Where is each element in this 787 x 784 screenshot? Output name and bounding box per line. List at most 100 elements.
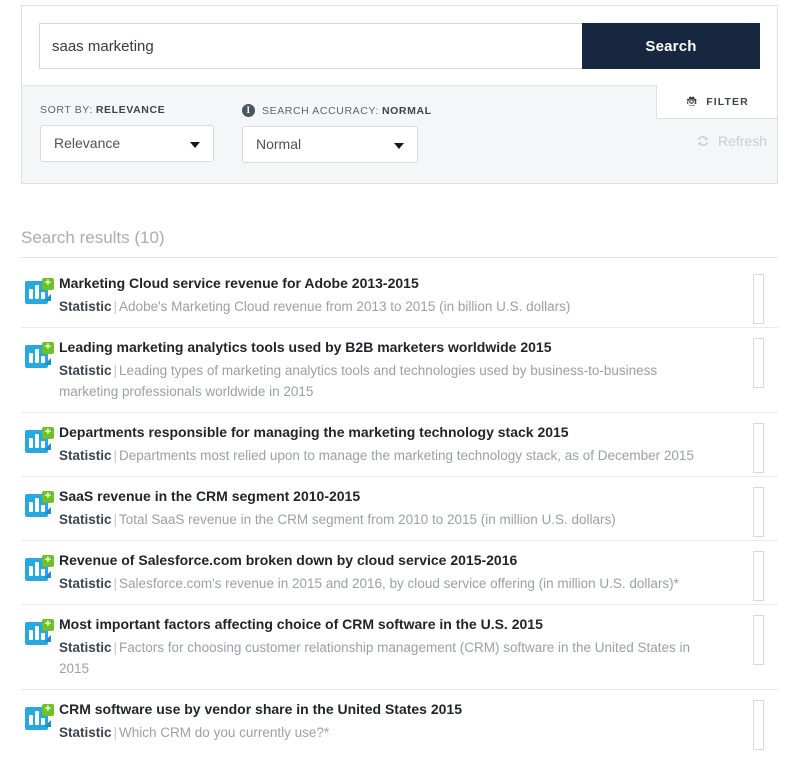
filter-tab-label: Filter (706, 95, 749, 108)
add-badge-icon[interactable]: + (42, 555, 54, 567)
statistic-chart-icon: + (25, 342, 54, 368)
result-title[interactable]: CRM software use by vendor share in the … (59, 700, 718, 719)
statistic-chart-icon: + (25, 619, 54, 645)
add-badge-icon[interactable]: + (42, 491, 54, 503)
result-side-box[interactable] (753, 551, 764, 601)
result-description: Statistic | Leading types of marketing ana… (59, 360, 718, 402)
result-description-text: Factors for choosing customer relationsh… (59, 640, 691, 676)
search-accuracy-select[interactable]: Normal (242, 126, 418, 163)
search-row: Search (22, 6, 777, 85)
result-title[interactable]: SaaS revenue in the CRM segment 2010-201… (59, 487, 718, 506)
refresh-label: Refresh (717, 133, 767, 149)
search-input[interactable] (39, 23, 582, 69)
result-inner: + Marketing Cloud service revenue for Ado… (21, 274, 718, 317)
result-item[interactable]: + Marketing Cloud service revenue for Ado… (21, 264, 778, 328)
result-item[interactable]: + Revenue of Salesforce.com broken down b… (21, 541, 778, 605)
result-separator: | (113, 725, 118, 740)
result-side-box[interactable] (753, 338, 764, 388)
refresh-button[interactable]: Refresh (696, 133, 767, 149)
add-badge-icon[interactable]: + (42, 342, 54, 354)
result-type-label: Statistic (59, 640, 112, 655)
result-title[interactable]: Departments responsible for managing the… (59, 423, 718, 442)
result-description: Statistic | Factors for choosing customer … (59, 637, 718, 679)
chevron-down-icon (394, 143, 404, 149)
result-inner: + Most important factors affecting choice… (21, 615, 718, 679)
result-description: Statistic | Which CRM do you currently use… (59, 722, 718, 743)
result-side-box[interactable] (753, 700, 764, 750)
search-accuracy-group: i Search accuracy: Normal Normal (242, 104, 432, 163)
result-item[interactable]: + Leading marketing analytics tools used … (21, 328, 778, 413)
search-results-page: Search Sort by: Relevance Relevance i Se… (0, 0, 787, 784)
result-separator: | (113, 363, 118, 378)
add-badge-icon[interactable]: + (42, 704, 54, 716)
refresh-icon (697, 136, 709, 146)
statistic-chart-icon: + (25, 427, 54, 453)
result-description-text: Salesforce.com's revenue in 2015 and 201… (119, 576, 679, 591)
result-type-label: Statistic (59, 512, 112, 527)
search-accuracy-label: i Search accuracy: Normal (242, 104, 432, 117)
result-inner: + CRM software use by vendor share in the… (21, 700, 718, 743)
result-separator: | (113, 576, 118, 591)
add-badge-icon[interactable]: + (42, 278, 54, 290)
result-text: SaaS revenue in the CRM segment 2010-201… (59, 487, 718, 530)
result-title[interactable]: Most important factors affecting choice … (59, 615, 718, 634)
result-type-label: Statistic (59, 725, 112, 740)
result-description: Statistic | Total SaaS revenue in the CRM … (59, 509, 718, 530)
search-panel: Search Sort by: Relevance Relevance i Se… (21, 5, 778, 184)
result-title[interactable]: Revenue of Salesforce.com broken down by… (59, 551, 718, 570)
result-type-label: Statistic (59, 363, 112, 378)
add-badge-icon[interactable]: + (42, 619, 54, 631)
result-title[interactable]: Leading marketing analytics tools used b… (59, 338, 718, 357)
result-side-box[interactable] (753, 274, 764, 324)
result-text: Most important factors affecting choice … (59, 615, 718, 679)
sort-by-label-prefix: Sort by: (40, 104, 93, 116)
sort-filter-bar: Sort by: Relevance Relevance i Search ac… (22, 85, 778, 183)
results-list: + Marketing Cloud service revenue for Ado… (21, 264, 778, 753)
result-text: Revenue of Salesforce.com broken down by… (59, 551, 718, 594)
search-button[interactable]: Search (582, 23, 760, 69)
sort-by-group: Sort by: Relevance Relevance (40, 104, 214, 162)
statistic-chart-icon: + (25, 555, 54, 581)
result-separator: | (113, 512, 118, 527)
sort-by-select[interactable]: Relevance (40, 125, 214, 162)
statistic-chart-icon: + (25, 278, 54, 304)
result-text: Leading marketing analytics tools used b… (59, 338, 718, 402)
gear-icon (686, 96, 697, 107)
result-side-box[interactable] (753, 487, 764, 537)
result-title[interactable]: Marketing Cloud service revenue for Adob… (59, 274, 718, 293)
result-description: Statistic | Adobe's Marketing Cloud revenu… (59, 296, 718, 317)
sort-by-label: Sort by: Relevance (40, 104, 214, 116)
result-inner: + Departments responsible for managing th… (21, 423, 718, 466)
result-type-label: Statistic (59, 448, 112, 463)
search-accuracy-label-value: Normal (381, 104, 432, 117)
result-type-label: Statistic (59, 576, 112, 591)
result-item[interactable]: + CRM software use by vendor share in the… (21, 690, 778, 753)
result-item[interactable]: + SaaS revenue in the CRM segment 2010-20… (21, 477, 778, 541)
results-count-header: Search results (10) (21, 228, 778, 258)
result-separator: | (113, 299, 118, 314)
result-description-text: Adobe's Marketing Cloud revenue from 201… (119, 299, 571, 314)
result-item[interactable]: + Departments responsible for managing th… (21, 413, 778, 477)
result-inner: + Leading marketing analytics tools used … (21, 338, 718, 402)
result-inner: + SaaS revenue in the CRM segment 2010-20… (21, 487, 718, 530)
result-description-text: Departments most relied upon to manage t… (119, 448, 694, 463)
result-side-box[interactable] (753, 423, 764, 473)
search-accuracy-label-prefix: Search accuracy: (262, 104, 379, 117)
filter-tab-button[interactable]: Filter (656, 85, 778, 119)
result-description-text: Total SaaS revenue in the CRM segment fr… (119, 512, 616, 527)
result-description: Statistic | Salesforce.com's revenue in 20… (59, 573, 718, 594)
result-inner: + Revenue of Salesforce.com broken down b… (21, 551, 718, 594)
result-separator: | (113, 640, 118, 655)
result-item[interactable]: + Most important factors affecting choice… (21, 605, 778, 690)
search-accuracy-selected-value: Normal (256, 136, 302, 152)
info-icon: i (242, 104, 255, 117)
result-side-box[interactable] (753, 615, 764, 665)
result-description: Statistic | Departments most relied upon t… (59, 445, 718, 466)
sort-by-selected-value: Relevance (54, 135, 121, 151)
result-description-text: Which CRM do you currently use?* (119, 725, 330, 740)
add-badge-icon[interactable]: + (42, 427, 54, 439)
result-type-label: Statistic (59, 299, 112, 314)
result-separator: | (113, 448, 118, 463)
statistic-chart-icon: + (25, 491, 54, 517)
result-text: Departments responsible for managing the… (59, 423, 718, 466)
